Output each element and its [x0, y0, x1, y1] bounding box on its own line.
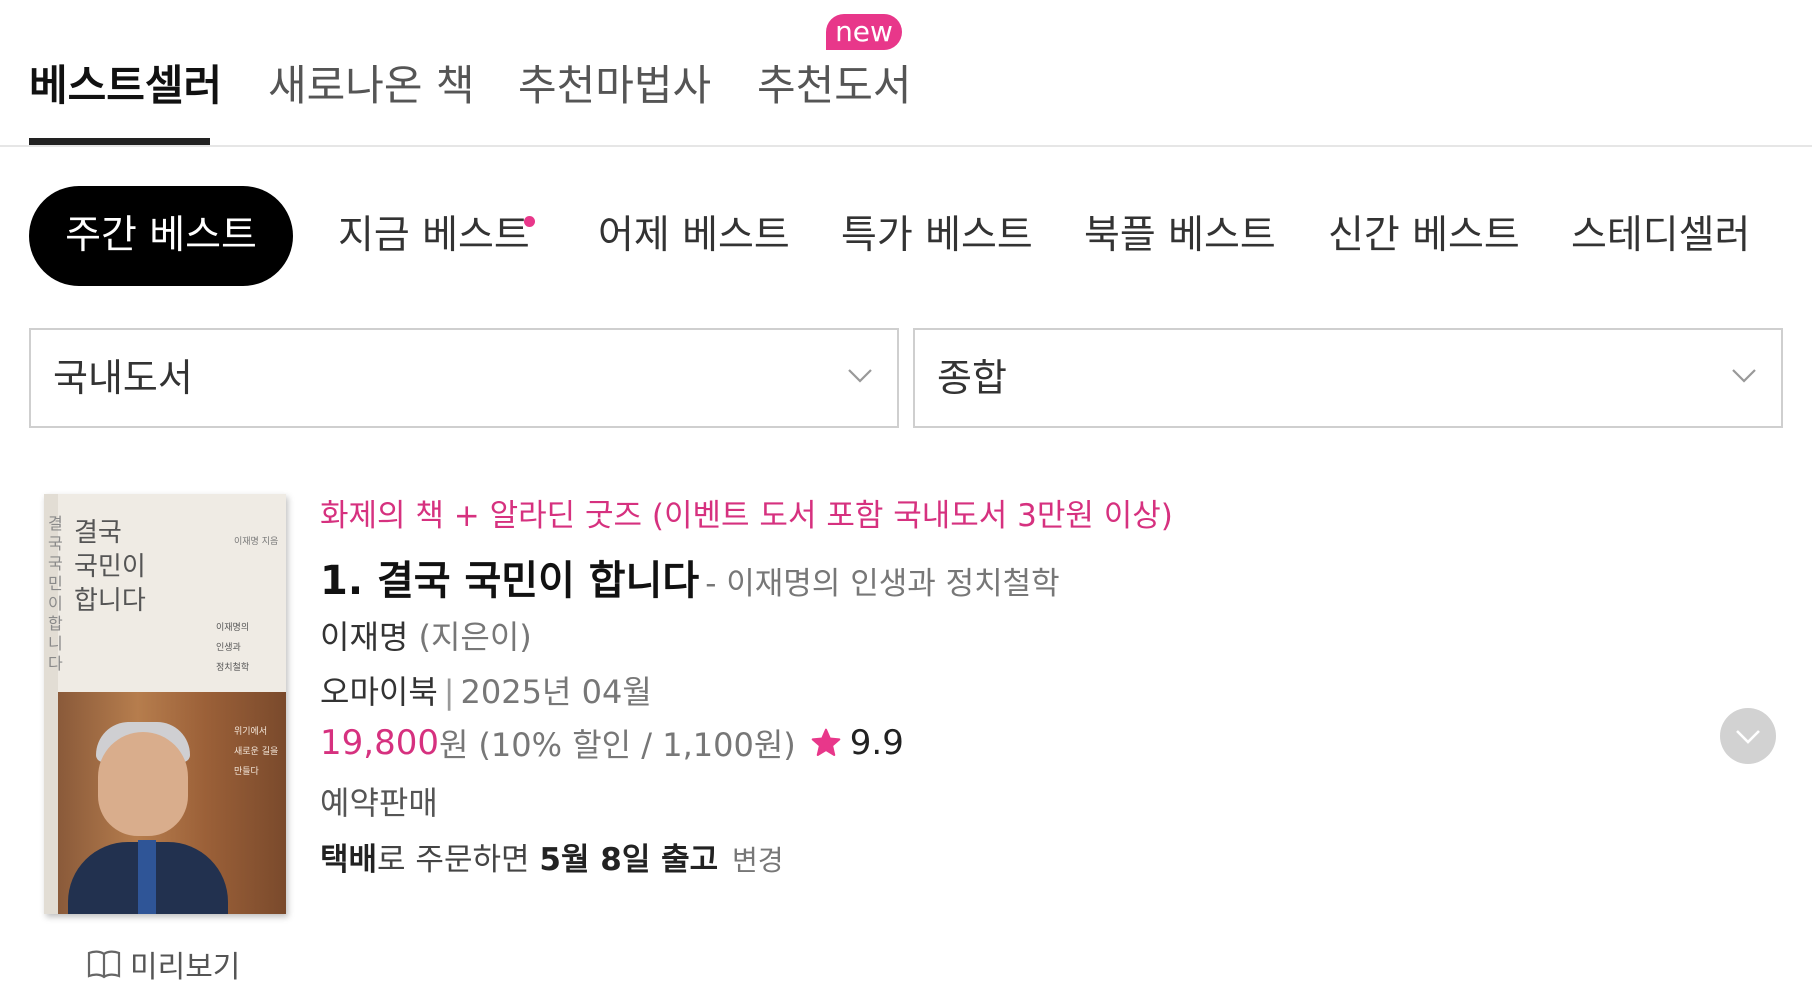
tab-bestseller[interactable]: 베스트셀러 [29, 52, 222, 113]
cover-author: 이재명 지음 [234, 537, 279, 547]
new-dot-indicator [524, 216, 535, 227]
page: 베스트셀러 새로나온 책 추천마법사 추천도서 new 주간 베스트 지금 베스… [0, 0, 1812, 997]
top-tab-bar: 베스트셀러 새로나온 책 추천마법사 추천도서 new [0, 0, 1812, 147]
publisher-line: 오마이북 | 2025년 04월 [320, 667, 652, 713]
delivery-date: 5월 8일 출고 [539, 842, 719, 878]
author-name[interactable]: 이재명 [320, 618, 408, 656]
cover-title: 결국 국민이 합니다 [74, 518, 146, 616]
pill-special-best[interactable]: 특가 베스트 [841, 186, 1033, 286]
discount-info: (10% 할인 / 1,100원) [478, 726, 796, 764]
category-select-value: 국내도서 [53, 356, 193, 400]
currency-unit: 원 [438, 726, 469, 764]
pill-yesterday-best[interactable]: 어제 베스트 [598, 186, 790, 286]
promo-text[interactable]: 화제의 책 + 알라딘 굿즈 (이벤트 도서 포함 국내도서 3만원 이상) [320, 490, 1173, 535]
subcategory-select-value: 종합 [937, 356, 1007, 400]
book-open-icon [87, 950, 121, 979]
change-delivery-link[interactable]: 변경 [732, 844, 784, 877]
chevron-down-icon [848, 369, 872, 383]
cover-vertical-title: 결국 국민이 합니다 [48, 514, 63, 673]
delivery-text: 로 주문하면 [377, 842, 530, 878]
chevron-down-icon [1732, 369, 1756, 383]
portrait-tie [138, 840, 156, 914]
period-filter-row: 주간 베스트 지금 베스트 어제 베스트 특가 베스트 북플 베스트 신간 베스… [0, 186, 1812, 286]
price-line: 19,800 원 (10% 할인 / 1,100원) 9.9 [320, 720, 904, 766]
category-select[interactable]: 국내도서 [29, 328, 899, 428]
sale-price: 19,800 [320, 723, 439, 763]
delivery-info: 택배로 주문하면 5월 8일 출고 변경 [320, 834, 784, 879]
portrait-face [98, 732, 188, 836]
publish-date: 2025년 04월 [460, 673, 652, 711]
preview-label: 미리보기 [130, 950, 241, 985]
book-cover[interactable]: 결국 국민이 합니다 결국 국민이 합니다 이재명 지음 이재명의 인생과 정치… [44, 494, 286, 914]
author-role: (지은이) [418, 618, 532, 656]
pill-new-release-best[interactable]: 신간 베스트 [1328, 186, 1520, 286]
cover-subtitle: 이재명의 인생과 정치철학 [216, 623, 250, 673]
pill-bookple-best[interactable]: 북플 베스트 [1084, 186, 1276, 286]
author-line: 이재명 (지은이) [320, 612, 532, 658]
delivery-method: 택배 [320, 842, 378, 878]
chevron-down-icon [1736, 730, 1760, 744]
active-tab-underline [29, 138, 210, 145]
cover-caption: 위기에서 새로운 길을 만들다 [234, 727, 279, 777]
subcategory-select[interactable]: 종합 [913, 328, 1783, 428]
separator: | [443, 673, 455, 711]
book-title[interactable]: 1. 결국 국민이 합니다 [320, 558, 699, 604]
sale-status: 예약판매 [320, 784, 438, 822]
book-subtitle: - 이재명의 인생과 정치철학 [705, 566, 1060, 602]
new-badge: new [826, 14, 902, 50]
cover-portrait-photo: 위기에서 새로운 길을 만들다 [58, 692, 286, 914]
title-line: 1. 결국 국민이 합니다 - 이재명의 인생과 정치철학 [320, 548, 1060, 606]
tab-recommended-books[interactable]: 추천도서 [757, 52, 912, 113]
tab-new-books[interactable]: 새로나온 책 [268, 52, 475, 113]
expand-details-button[interactable] [1720, 708, 1776, 764]
preview-button[interactable]: 미리보기 [86, 942, 240, 986]
pill-now-best[interactable]: 지금 베스트 [338, 186, 530, 286]
tab-recommend-wizard[interactable]: 추천마법사 [518, 52, 711, 113]
publisher-name[interactable]: 오마이북 [320, 673, 438, 711]
pill-steady-seller[interactable]: 스테디셀러 [1571, 186, 1750, 286]
star-icon [811, 728, 841, 756]
pill-weekly-best[interactable]: 주간 베스트 [29, 186, 293, 286]
rating-value: 9.9 [849, 723, 904, 763]
